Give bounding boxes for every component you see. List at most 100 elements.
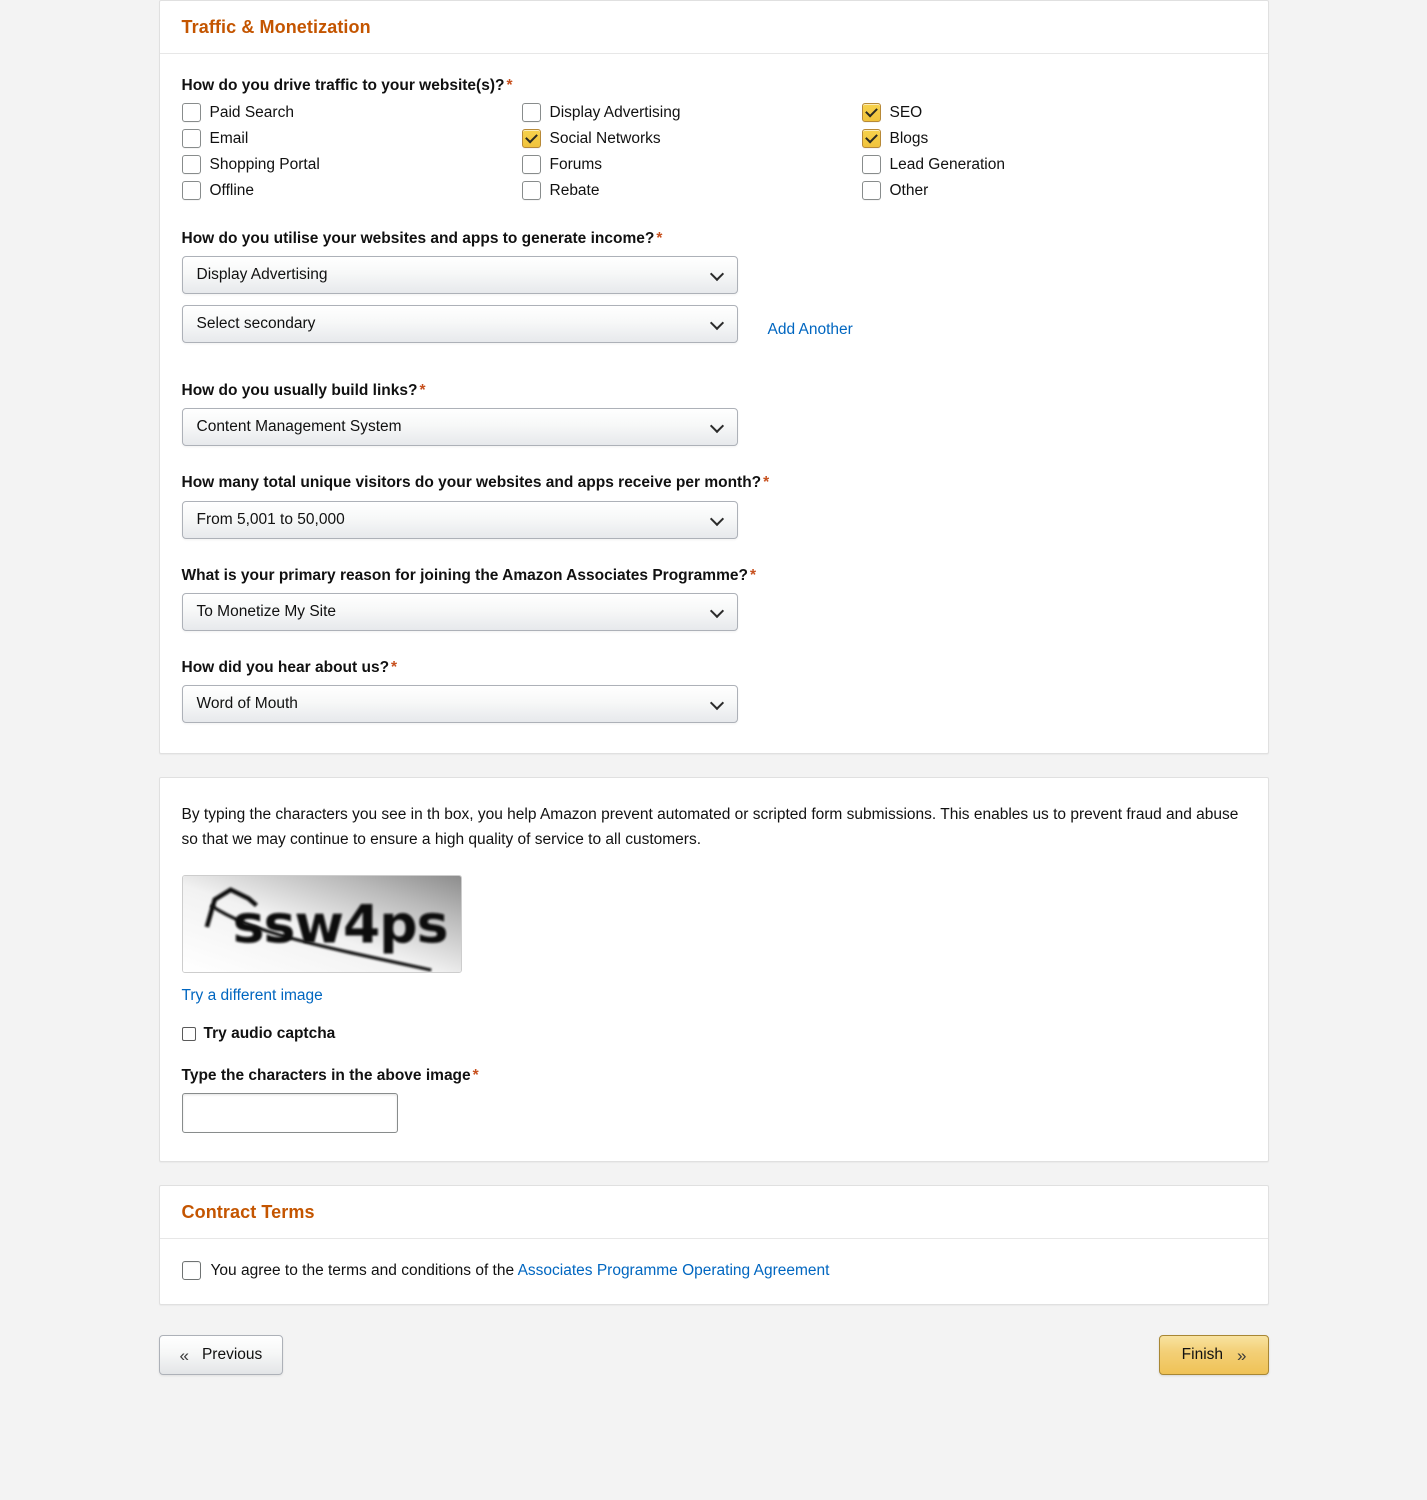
build-links-question-text: How do you usually build links? [181,382,418,400]
visitors-question-label: How many total unique visitors do your w… [182,473,1246,493]
hear-about-us-question-text: How did you hear about us? [181,658,390,676]
agree-terms-prefix: You agree to the terms and conditions of… [210,1261,518,1279]
income-question-text: How do you utilise your websites and app… [181,230,655,248]
previous-button-label: Previous [201,1346,263,1364]
traffic-monetization-panel: Traffic & Monetization How do you drive … [158,0,1269,754]
traffic-question-text: How do you drive traffic to your website… [181,77,505,94]
page-root: Traffic & Monetization How do you drive … [0,0,1427,1500]
page-title: Traffic & Monetization [181,17,371,37]
required-asterisk: * [506,77,513,94]
reason-question-label: What is your primary reason for joining … [182,566,1246,586]
checkbox-box-icon[interactable] [181,1026,196,1041]
captcha-image: ssw4ps [181,874,462,973]
checkbox-forums[interactable]: Forums [521,155,862,175]
hear-about-us-question-label: How did you hear about us? * [182,658,1246,678]
try-different-image-link[interactable]: Try a different image [182,987,323,1004]
required-asterisk: * [391,658,398,676]
reason-question-text: What is your primary reason for joining … [181,566,748,584]
agree-terms-text: You agree to the terms and conditions of… [211,1262,830,1280]
checkbox-email[interactable]: Email [181,129,522,149]
checkbox-label: Other [889,181,929,199]
income-secondary-select[interactable]: Select secondary [181,305,738,344]
checkbox-box-icon[interactable] [181,155,201,175]
hear-about-us-select[interactable]: Word of Mouth [181,684,738,723]
checkbox-label: Social Networks [549,129,661,147]
checkbox-box-icon[interactable] [181,129,201,149]
footer-navigation: « Previous Finish » [158,1328,1269,1415]
required-asterisk: * [472,1066,479,1084]
chevron-down-icon [712,269,723,280]
previous-button[interactable]: « Previous [158,1335,284,1376]
traffic-panel-body: How do you drive traffic to your website… [160,54,1268,753]
required-asterisk: * [763,474,770,492]
checkbox-box-icon[interactable] [861,181,881,201]
traffic-question-label: How do you drive traffic to your website… [182,76,1246,96]
agree-terms-row[interactable]: You agree to the terms and conditions of… [181,1261,1246,1281]
income-secondary-row: Select secondary Add Another [181,305,1246,354]
contract-panel-body: You agree to the terms and conditions of… [160,1239,1268,1304]
checkbox-box-icon[interactable] [181,1261,201,1281]
build-links-select[interactable]: Content Management System [181,408,738,447]
traffic-checkbox-grid: Paid Search Display Advertising SEO Emai… [181,103,1246,201]
add-another-link[interactable]: Add Another [768,321,853,339]
checkbox-display-advertising[interactable]: Display Advertising [521,103,862,123]
contract-panel-header: Contract Terms [159,1186,1268,1240]
chevron-double-left-icon: « [179,1345,190,1365]
checkbox-label: Lead Generation [889,155,1005,173]
checkbox-paid-search[interactable]: Paid Search [181,103,522,123]
visitors-question-block: How many total unique visitors do your w… [181,473,1246,539]
checkbox-label: Email [209,129,249,147]
captcha-image-svg: ssw4ps [182,875,461,972]
checkbox-box-icon[interactable] [181,181,201,201]
hear-about-us-question-block: How did you hear about us? * Word of Mout… [181,658,1246,723]
income-primary-select[interactable]: Display Advertising [181,256,738,295]
chevron-down-icon [712,514,723,525]
checkbox-social-networks[interactable]: Social Networks [521,129,862,149]
operating-agreement-link[interactable]: Associates Programme Operating Agreement [518,1262,830,1279]
chevron-down-icon [712,606,723,617]
checkbox-box-icon[interactable] [521,181,541,201]
income-question-block: How do you utilise your websites and app… [181,229,1246,354]
checkbox-label: Display Advertising [549,103,681,121]
checkbox-rebate[interactable]: Rebate [521,181,862,201]
checkbox-label: Paid Search [209,103,294,121]
build-links-question-block: How do you usually build links? * Content… [181,381,1246,447]
checkbox-box-checked-icon[interactable] [521,129,541,149]
chevron-double-right-icon: » [1237,1345,1247,1365]
checkbox-box-icon[interactable] [861,155,881,175]
checkbox-other[interactable]: Other [861,181,1246,201]
income-question-label: How do you utilise your websites and app… [182,229,1246,249]
checkbox-box-checked-icon[interactable] [861,103,881,123]
build-links-select-value: Content Management System [196,418,402,436]
visitors-select[interactable]: From 5,001 to 50,000 [181,500,738,539]
checkbox-box-icon[interactable] [521,103,541,123]
captcha-intro-text: By typing the characters you see in th b… [181,805,1239,849]
reason-select[interactable]: To Monetize My Site [181,592,738,631]
income-secondary-select-value: Select secondary [196,315,316,333]
checkbox-box-icon[interactable] [181,103,201,123]
checkbox-box-checked-icon[interactable] [861,129,881,149]
checkbox-label: SEO [889,103,923,121]
checkbox-box-icon[interactable] [521,155,541,175]
traffic-panel-header: Traffic & Monetization [159,1,1268,54]
checkbox-lead-generation[interactable]: Lead Generation [861,155,1246,175]
captcha-input[interactable] [181,1093,398,1134]
content-wrapper: Traffic & Monetization How do you drive … [158,0,1269,1415]
required-asterisk: * [749,566,756,584]
contract-terms-title: Contract Terms [181,1202,315,1223]
finish-button[interactable]: Finish » [1158,1335,1269,1376]
checkbox-offline[interactable]: Offline [181,181,522,201]
audio-captcha-label: Try audio captcha [203,1024,336,1042]
hear-about-us-select-value: Word of Mouth [196,694,298,712]
checkbox-label: Blogs [889,129,929,147]
checkbox-label: Rebate [549,181,600,199]
type-characters-text: Type the characters in the above image [181,1066,471,1084]
checkbox-seo[interactable]: SEO [861,103,1246,123]
checkbox-blogs[interactable]: Blogs [861,129,1246,149]
chevron-down-icon [712,421,723,432]
svg-text:ssw4ps: ssw4ps [232,894,447,956]
checkbox-shopping-portal[interactable]: Shopping Portal [181,155,522,175]
contract-terms-panel: Contract Terms You agree to the terms an… [158,1185,1269,1306]
audio-captcha-checkbox-row[interactable]: Try audio captcha [181,1024,1246,1043]
required-asterisk: * [419,382,426,400]
